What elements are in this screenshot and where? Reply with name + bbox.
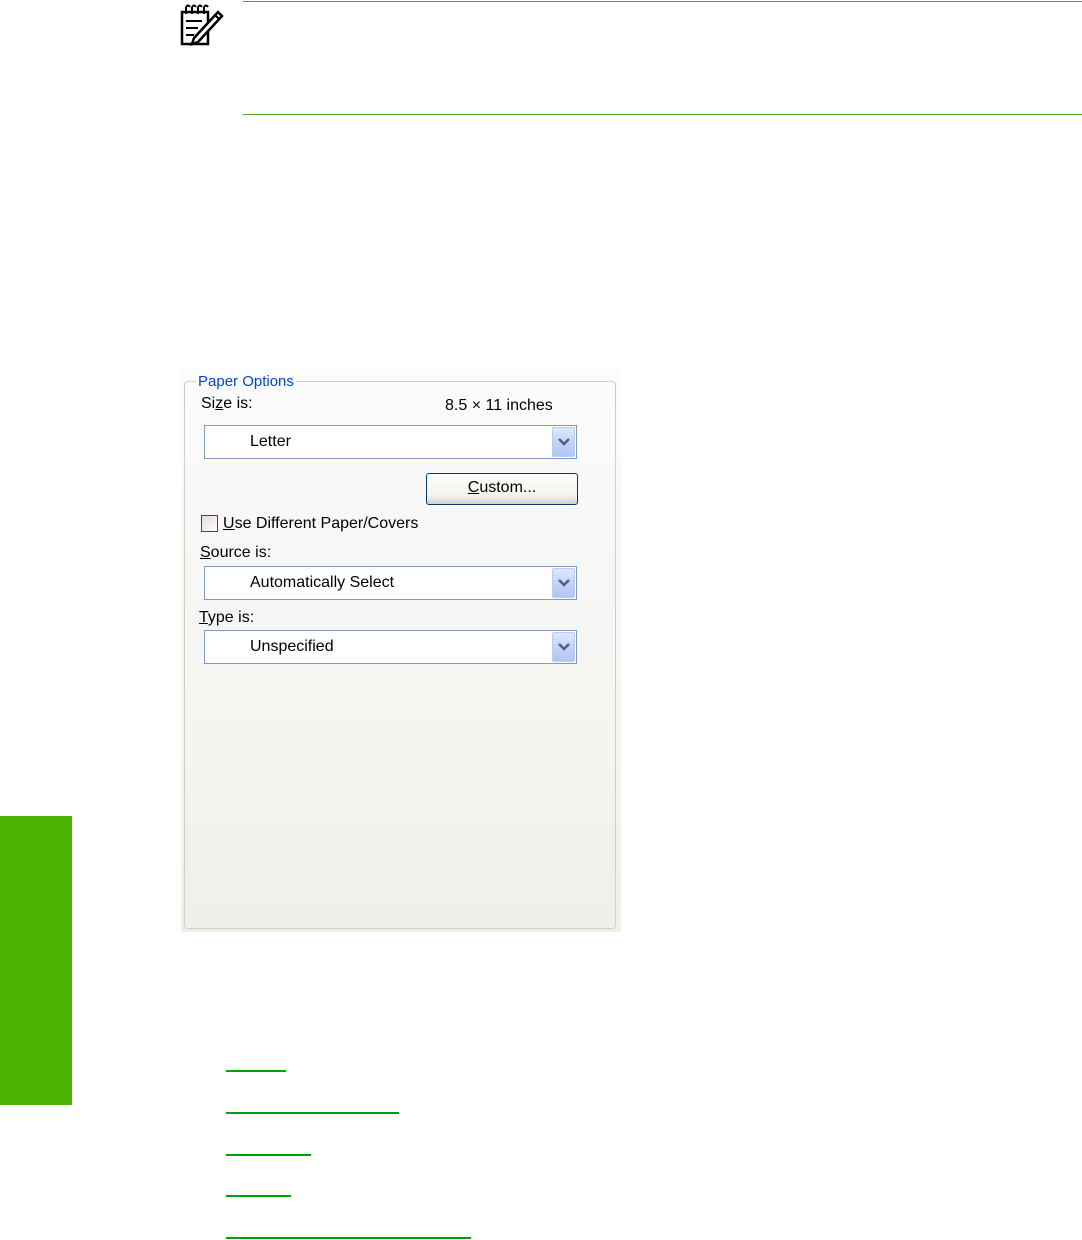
size-label: Size is: <box>201 395 253 412</box>
use-different-paper-checkbox[interactable] <box>201 515 218 532</box>
list-link-2[interactable] <box>226 1112 399 1114</box>
list-link-4[interactable] <box>226 1195 291 1197</box>
chevron-down-icon <box>558 579 570 587</box>
size-dropdown[interactable]: Letter <box>204 425 577 459</box>
source-label: Source is: <box>200 544 272 561</box>
type-dropdown-value: Unspecified <box>250 638 334 655</box>
source-dropdown-button[interactable] <box>552 568 575 598</box>
paper-options-title: Paper Options <box>196 373 296 391</box>
note-icon <box>180 4 224 46</box>
note-top-rule <box>243 1 1082 2</box>
type-dropdown-button[interactable] <box>552 632 575 662</box>
chevron-down-icon <box>558 643 570 651</box>
chapter-side-tab <box>0 816 72 1105</box>
paper-options-panel: Paper Options Size is: 8.5 × 11 inches L… <box>181 368 621 932</box>
source-dropdown-value: Automatically Select <box>250 574 395 591</box>
note-bottom-rule <box>243 114 1082 115</box>
list-link-5[interactable] <box>226 1237 471 1239</box>
type-dropdown[interactable]: Unspecified <box>204 630 577 664</box>
size-dropdown-value: Letter <box>250 433 291 450</box>
custom-button[interactable]: Custom... <box>426 473 578 505</box>
list-link-3[interactable] <box>226 1154 311 1156</box>
use-different-paper-label: Use Different Paper/Covers <box>223 515 419 532</box>
type-label: Type is: <box>199 609 255 626</box>
size-dropdown-button[interactable] <box>552 427 575 457</box>
source-dropdown[interactable]: Automatically Select <box>204 566 577 600</box>
size-dimensions: 8.5 × 11 inches <box>445 397 553 414</box>
chevron-down-icon <box>558 438 570 446</box>
list-link-1[interactable] <box>226 1070 286 1072</box>
